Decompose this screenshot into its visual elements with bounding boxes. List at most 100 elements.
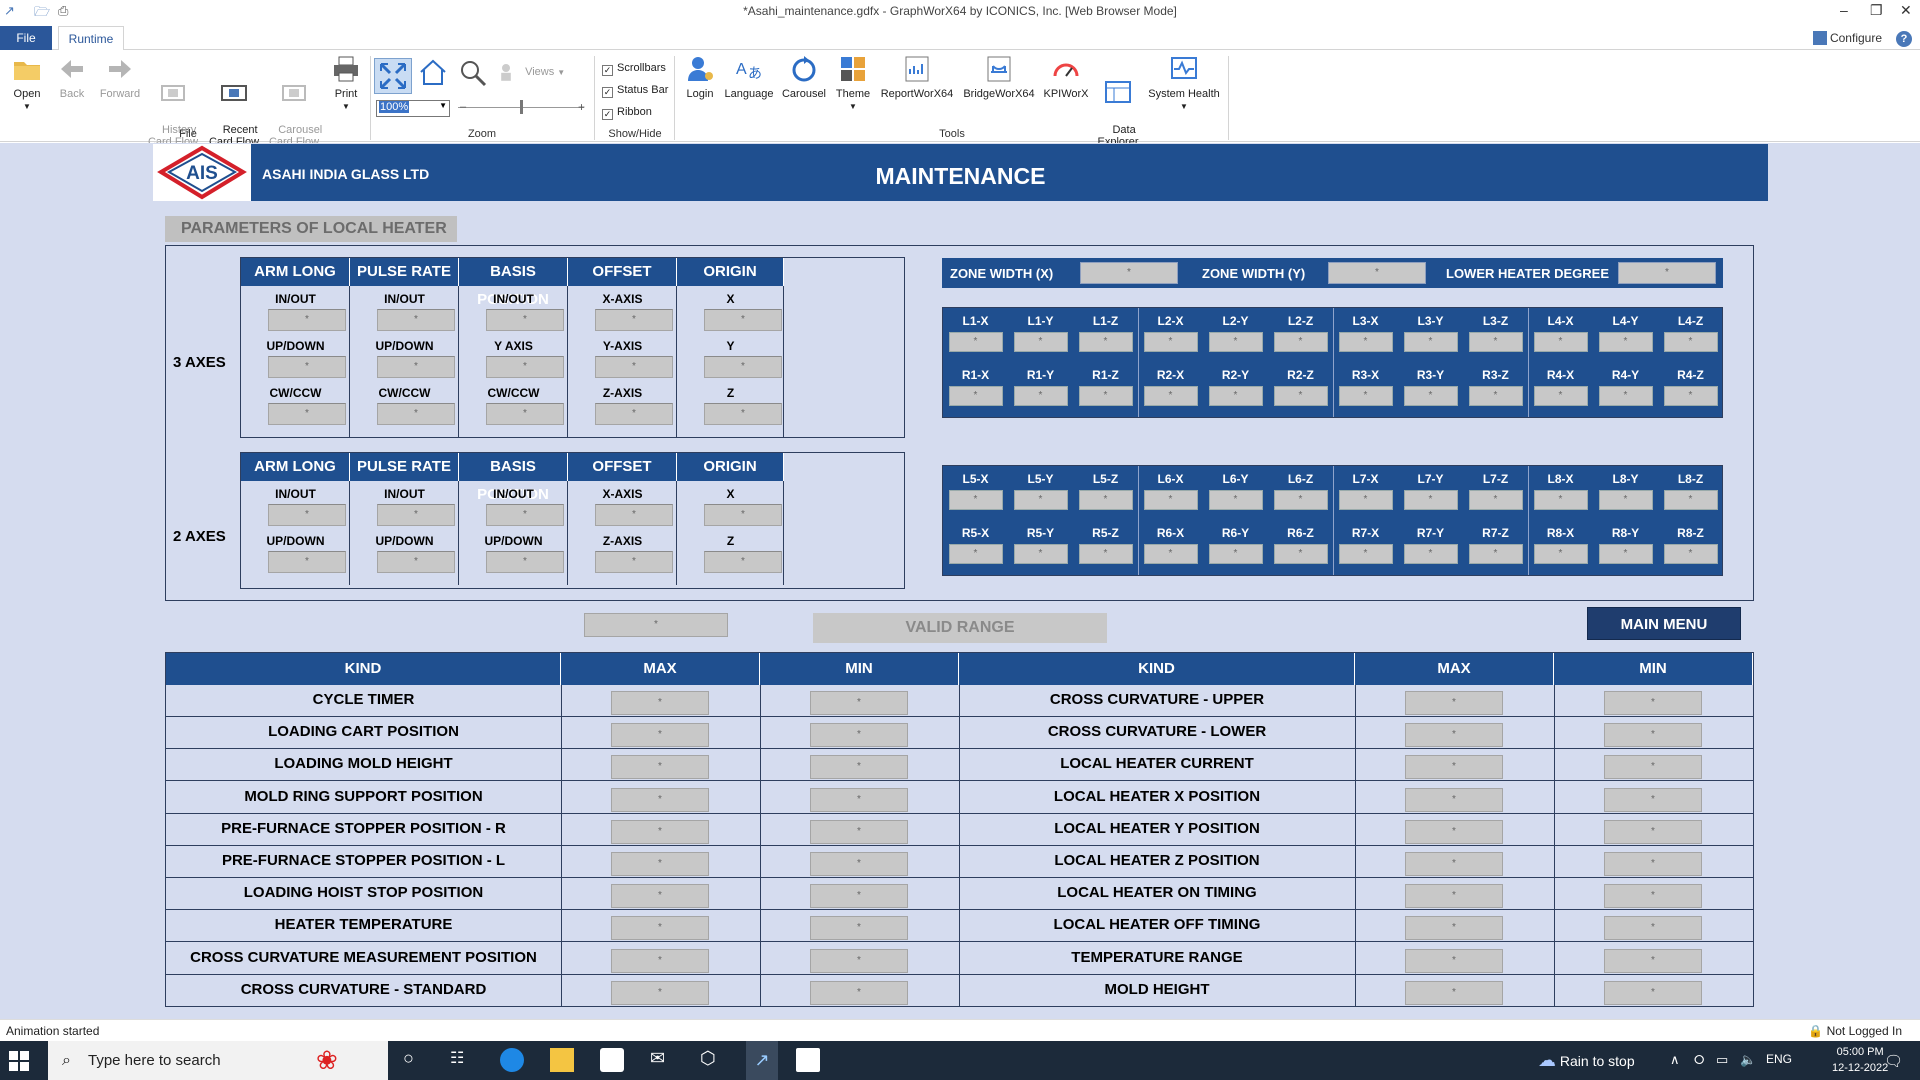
max-field[interactable]: * — [1405, 948, 1503, 973]
value-field[interactable]: * — [704, 309, 782, 331]
grid-value-field[interactable]: * — [1468, 544, 1523, 564]
statusbar-checkbox[interactable]: ✓ Status Bar — [602, 84, 668, 98]
scrollbars-checkbox[interactable]: ✓ Scrollbars — [602, 62, 666, 76]
value-field[interactable]: * — [377, 356, 455, 378]
value-field[interactable]: * — [704, 551, 782, 573]
value-field[interactable]: * — [377, 551, 455, 573]
mail-icon[interactable]: ✉ — [650, 1048, 674, 1072]
min-field[interactable]: * — [1604, 948, 1702, 973]
value-field[interactable]: * — [268, 504, 346, 526]
grid-value-field[interactable]: * — [1338, 332, 1393, 352]
network-icon[interactable]: ⭘ — [1694, 1052, 1704, 1068]
value-field[interactable]: * — [486, 356, 564, 378]
grid-value-field[interactable]: * — [1403, 544, 1458, 564]
bridgeworx-button[interactable]: BridgeWorX64 — [960, 54, 1038, 100]
grid-value-field[interactable]: * — [1533, 386, 1588, 406]
max-field[interactable]: * — [1405, 755, 1503, 780]
grid-value-field[interactable]: * — [1338, 490, 1393, 510]
grid-value-field[interactable]: * — [1208, 490, 1263, 510]
grid-value-field[interactable]: * — [948, 332, 1003, 352]
kpiworx-button[interactable]: KPIWorX — [1040, 54, 1092, 100]
views-button[interactable]: Views ▼ — [498, 60, 578, 84]
display-icon[interactable]: ▭ — [1716, 1052, 1728, 1068]
min-field[interactable]: * — [1604, 980, 1702, 1005]
file-explorer-icon[interactable] — [550, 1048, 574, 1072]
forward-button[interactable]: Forward — [98, 54, 142, 100]
grid-value-field[interactable]: * — [1013, 386, 1068, 406]
zoom-slider-thumb[interactable] — [520, 100, 523, 114]
grid-value-field[interactable]: * — [1468, 386, 1523, 406]
min-field[interactable]: * — [810, 787, 908, 812]
grid-value-field[interactable]: * — [1663, 490, 1718, 510]
grid-value-field[interactable]: * — [1143, 386, 1198, 406]
grid-value-field[interactable]: * — [1663, 544, 1718, 564]
max-field[interactable]: * — [611, 916, 709, 941]
grid-value-field[interactable]: * — [1273, 490, 1328, 510]
grid-value-field[interactable]: * — [948, 386, 1003, 406]
grid-value-field[interactable]: * — [1143, 332, 1198, 352]
zoom-in-icon[interactable]: + — [578, 100, 585, 114]
grid-value-field[interactable]: * — [1208, 386, 1263, 406]
tray-overflow-icon[interactable]: ∧ — [1670, 1052, 1680, 1068]
taskbar-search-input[interactable]: ⌕ Type here to search ❀ — [48, 1041, 388, 1080]
lower-heater-degree-field[interactable]: * — [1618, 262, 1716, 284]
max-field[interactable]: * — [611, 787, 709, 812]
grid-value-field[interactable]: * — [1468, 490, 1523, 510]
value-field[interactable]: * — [486, 504, 564, 526]
min-field[interactable]: * — [810, 884, 908, 909]
grid-value-field[interactable]: * — [1078, 544, 1133, 564]
max-field[interactable]: * — [611, 691, 709, 715]
tab-runtime[interactable]: Runtime — [58, 26, 124, 51]
grid-value-field[interactable]: * — [1273, 332, 1328, 352]
grid-value-field[interactable]: * — [1403, 386, 1458, 406]
language-button[interactable]: Aあ Language — [722, 54, 776, 100]
grid-value-field[interactable]: * — [1208, 332, 1263, 352]
tab-file[interactable]: File — [0, 26, 52, 50]
zoom-out-icon[interactable]: – — [460, 101, 466, 113]
grid-value-field[interactable]: * — [1403, 332, 1458, 352]
grid-value-field[interactable]: * — [1598, 544, 1653, 564]
help-icon[interactable]: ? — [1896, 31, 1912, 47]
value-field[interactable]: * — [595, 504, 673, 526]
photos-icon[interactable] — [796, 1048, 820, 1072]
value-field[interactable]: * — [268, 403, 346, 425]
grid-value-field[interactable]: * — [1663, 386, 1718, 406]
theme-button[interactable]: Theme ▼ — [832, 54, 874, 113]
system-health-button[interactable]: System Health ▼ — [1144, 54, 1224, 113]
main-menu-button[interactable]: MAIN MENU — [1587, 607, 1741, 640]
max-field[interactable]: * — [611, 980, 709, 1005]
grid-value-field[interactable]: * — [1143, 490, 1198, 510]
graphworx-taskbar-icon[interactable]: ↗ — [746, 1041, 778, 1080]
min-field[interactable]: * — [810, 948, 908, 973]
grid-value-field[interactable]: * — [1273, 386, 1328, 406]
cortana-icon[interactable]: ○ — [403, 1048, 427, 1072]
max-field[interactable]: * — [1405, 916, 1503, 941]
min-field[interactable]: * — [810, 916, 908, 941]
grid-value-field[interactable]: * — [1273, 544, 1328, 564]
grid-value-field[interactable]: * — [948, 490, 1003, 510]
grid-value-field[interactable]: * — [1338, 386, 1393, 406]
grid-value-field[interactable]: * — [1403, 490, 1458, 510]
max-field[interactable]: * — [1405, 980, 1503, 1005]
min-field[interactable]: * — [1604, 884, 1702, 909]
task-view-icon[interactable]: ☷ — [450, 1048, 474, 1072]
grid-value-field[interactable]: * — [1078, 332, 1133, 352]
value-field[interactable]: * — [486, 403, 564, 425]
package-icon[interactable]: ⬡ — [700, 1048, 724, 1072]
value-field[interactable]: * — [377, 403, 455, 425]
value-field[interactable]: * — [268, 309, 346, 331]
value-field[interactable]: * — [377, 309, 455, 331]
grid-value-field[interactable]: * — [1533, 490, 1588, 510]
ribbon-checkbox[interactable]: ✓ Ribbon — [602, 106, 652, 120]
grid-value-field[interactable]: * — [1013, 544, 1068, 564]
max-field[interactable]: * — [611, 723, 709, 748]
home-button[interactable] — [418, 58, 448, 92]
grid-value-field[interactable]: * — [1598, 490, 1653, 510]
grid-value-field[interactable]: * — [1078, 386, 1133, 406]
reportworx-button[interactable]: ReportWorX64 — [878, 54, 956, 100]
value-field[interactable]: * — [704, 356, 782, 378]
min-field[interactable]: * — [1604, 916, 1702, 941]
zoom-search-button[interactable] — [458, 58, 488, 92]
min-field[interactable]: * — [810, 723, 908, 748]
zoom-level-select[interactable]: 100% ▼ — [376, 100, 450, 117]
